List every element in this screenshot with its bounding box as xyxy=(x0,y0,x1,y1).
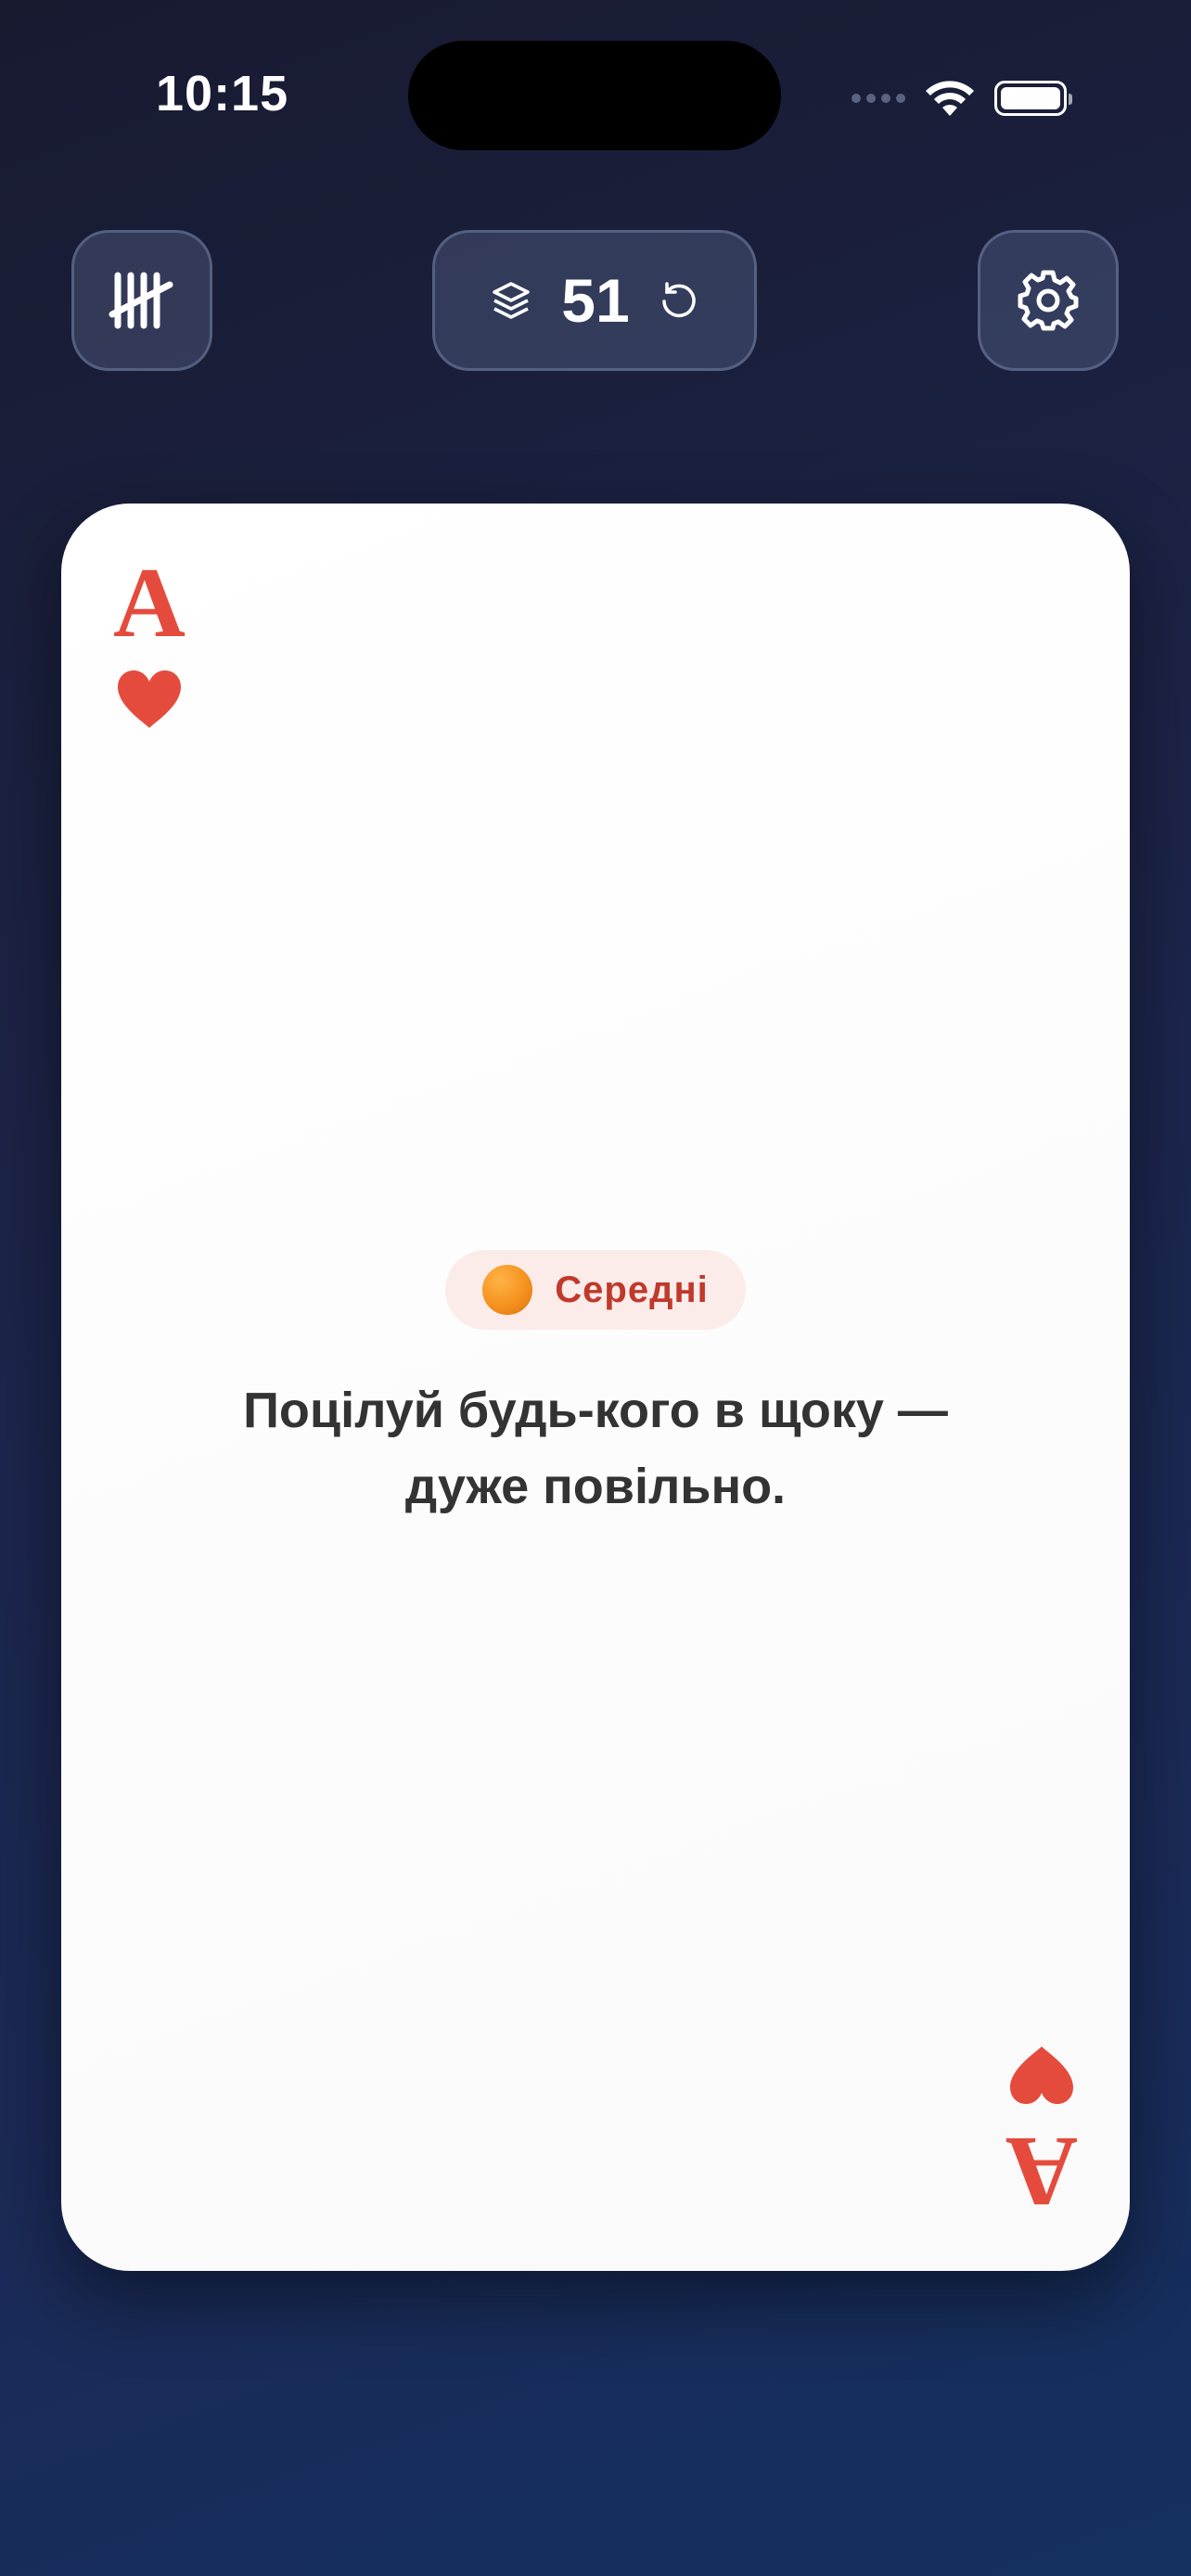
card-rank-inverted: A xyxy=(1005,2116,1078,2226)
battery-icon xyxy=(994,81,1072,116)
dare-card[interactable]: A Середні Поцілуй будь-кого в щоку — дуж… xyxy=(61,504,1130,2271)
score-button[interactable] xyxy=(71,230,212,371)
tally-marks-icon xyxy=(109,272,173,329)
layers-icon xyxy=(493,282,531,319)
gear-icon xyxy=(1018,270,1079,331)
dare-text: Поцілуй будь-кого в щоку — дуже повільно… xyxy=(243,1383,948,1514)
wifi-icon xyxy=(926,81,974,116)
reset-icon[interactable] xyxy=(658,279,700,322)
settings-button[interactable] xyxy=(978,230,1119,371)
level-badge: Середні xyxy=(445,1250,746,1330)
dynamic-island xyxy=(408,41,781,150)
card-corner-bottom-right: A xyxy=(1005,2045,1078,2226)
heart-icon xyxy=(1010,2047,1073,2104)
status-time: 10:15 xyxy=(156,66,289,121)
deck-counter[interactable]: 51 xyxy=(432,230,757,371)
heart-icon xyxy=(118,670,181,728)
status-icons xyxy=(852,70,1072,126)
card-corner-top-left: A xyxy=(113,548,186,730)
signal-icon xyxy=(852,94,905,103)
level-label: Середні xyxy=(555,1269,709,1310)
deck-count: 51 xyxy=(561,266,630,335)
card-content: Середні Поцілуй будь-кого в щоку — дуже … xyxy=(61,1250,1130,1524)
card-rank: A xyxy=(113,548,186,658)
orange-circle-icon xyxy=(482,1265,533,1315)
